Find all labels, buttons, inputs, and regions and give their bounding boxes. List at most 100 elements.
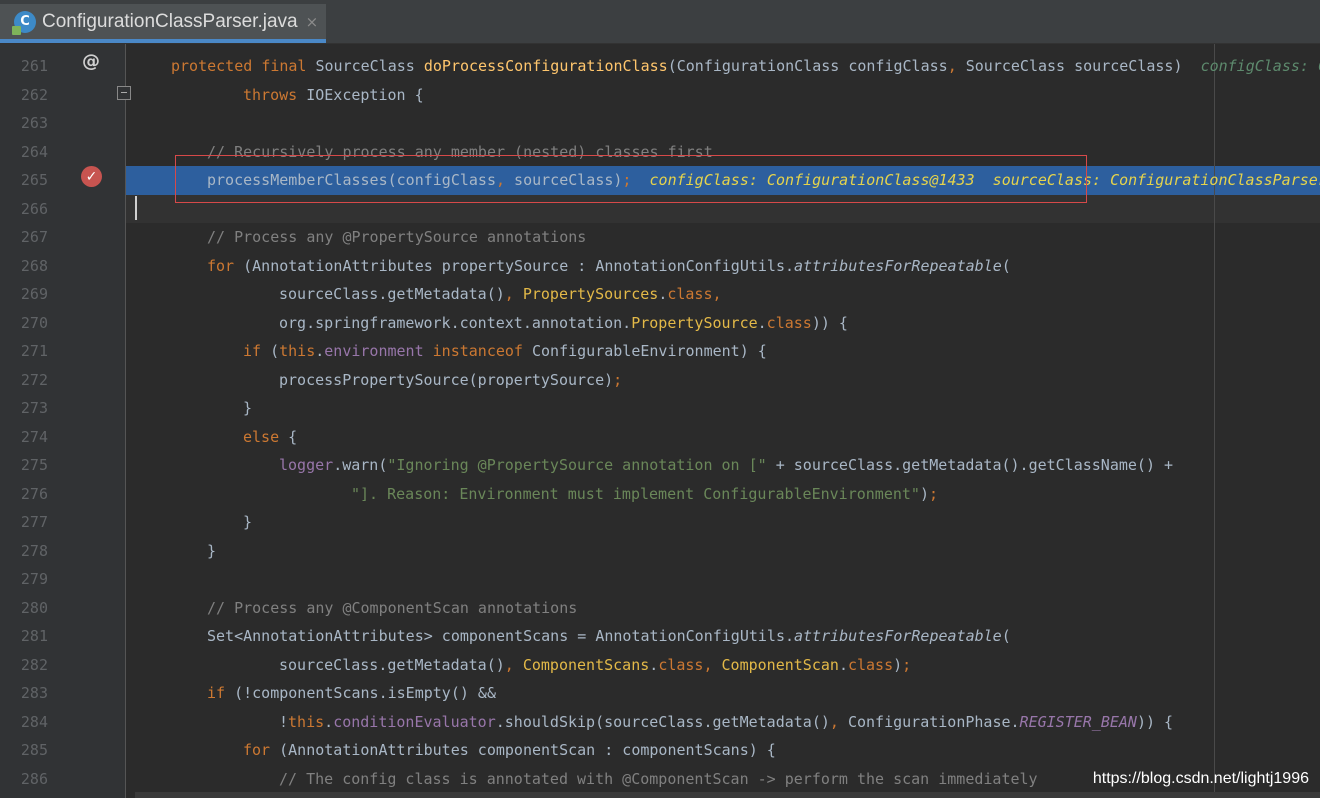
code-line[interactable]: !this.conditionEvaluator.shouldSkip(sour… [279, 708, 1173, 737]
code-line[interactable]: } [207, 537, 216, 566]
line-number: 269 [20, 285, 48, 303]
code-line[interactable]: if (this.environment instanceof Configur… [243, 337, 767, 366]
line-number: 275 [20, 456, 48, 474]
code-line[interactable]: for (AnnotationAttributes propertySource… [207, 252, 1011, 281]
code-token: REGISTER_BEAN [1019, 712, 1137, 731]
code-token: ( [1001, 256, 1011, 275]
code-token: .shouldSkip(sourceClass.getMetadata() [495, 712, 830, 731]
code-line[interactable]: else { [243, 423, 297, 452]
code-token: this [279, 342, 316, 360]
code-token: if [207, 684, 235, 702]
code-token: // Process any @ComponentScan annotation… [207, 598, 578, 617]
override-annotation-icon[interactable]: @ [82, 51, 100, 72]
code-token: )) { [811, 313, 848, 332]
code-token: , [947, 57, 966, 75]
code-token: ConfigurationPhase. [847, 712, 1020, 731]
code-line[interactable]: // Process any @ComponentScan annotation… [207, 594, 577, 623]
line-number: 268 [20, 256, 48, 275]
code-token: instanceof [432, 342, 532, 360]
line-number: 283 [20, 684, 48, 702]
code-token: { [288, 427, 298, 446]
code-line[interactable]: processMemberClasses(configClass, source… [207, 166, 1320, 195]
line-number: 286 [20, 769, 48, 788]
line-number: 271 [20, 342, 48, 360]
code-line[interactable]: processPropertySource(propertySource); [279, 366, 622, 395]
fold-icon[interactable] [117, 86, 131, 100]
line-number: 280 [20, 598, 48, 617]
code-token: . [658, 285, 668, 303]
line-number: 277 [20, 513, 48, 531]
code-token: Set<AnnotationAttributes> componentScans… [207, 627, 794, 645]
code-line[interactable]: for (AnnotationAttributes componentScan … [243, 736, 776, 765]
code-line[interactable]: protected final SourceClass doProcessCon… [171, 52, 1320, 81]
code-token: (AnnotationAttributes componentScan : co… [279, 741, 776, 759]
code-token: sourceClass) [514, 171, 623, 189]
line-number: 281 [20, 627, 48, 645]
code-token: (!componentScans.isEmpty() && [234, 684, 496, 702]
horizontal-scrollbar[interactable] [135, 792, 1320, 798]
code-token: doProcessConfigurationClass [423, 57, 668, 75]
code-line[interactable]: org.springframework.context.annotation.P… [279, 309, 848, 338]
code-token: ) [893, 655, 903, 674]
code-line[interactable]: } [243, 394, 252, 423]
tab-configuration-class-parser[interactable]: C ConfigurationClassParser.java × [0, 4, 326, 43]
code-token: . [324, 712, 334, 731]
tab-label: ConfigurationClassParser.java [42, 10, 298, 32]
code-token: // The config class is annotated with @C… [279, 769, 1038, 788]
code-token: , [504, 285, 523, 303]
code-token: , [829, 712, 848, 731]
code-token: for [207, 256, 244, 275]
line-number: 264 [20, 142, 48, 161]
code-line[interactable]: sourceClass.getMetadata(), PropertySourc… [279, 280, 722, 309]
code-token: , [495, 171, 515, 189]
line-number: 278 [20, 541, 48, 560]
code-line[interactable]: // The config class is annotated with @C… [279, 765, 1038, 794]
code-token: ( [1001, 627, 1011, 645]
code-token: (AnnotationAttributes propertySource : A… [243, 256, 795, 275]
code-token: ! [279, 712, 289, 731]
code-token: final [261, 57, 316, 75]
code-token: // Process any @PropertySource annotatio… [207, 228, 587, 246]
code-token: attributesForRepeatable [794, 627, 1002, 645]
code-line[interactable]: logger.warn("Ignoring @PropertySource an… [279, 451, 1173, 480]
code-token: "]. Reason: Environment must implement C… [351, 484, 920, 503]
line-number: 285 [20, 741, 48, 759]
right-margin-guide [1214, 44, 1215, 798]
line-number: 273 [20, 399, 48, 417]
code-line[interactable]: Set<AnnotationAttributes> componentScans… [207, 622, 1011, 651]
line-number: 272 [20, 370, 48, 389]
code-token: "Ignoring @PropertySource annotation on … [387, 456, 767, 474]
code-token: attributesForRepeatable [794, 256, 1002, 275]
code-token: environment [324, 342, 433, 360]
code-token: , [504, 655, 523, 674]
code-line[interactable]: "]. Reason: Environment must implement C… [351, 480, 938, 509]
code-token: } [243, 513, 253, 531]
code-token: . [838, 655, 848, 674]
code-line[interactable]: sourceClass.getMetadata(), ComponentScan… [279, 651, 911, 680]
code-token: .warn( [333, 456, 388, 474]
code-token: protected [171, 57, 262, 75]
code-token: )) { [1136, 712, 1174, 731]
breakpoint-icon[interactable]: ✓ [81, 166, 102, 187]
code-token: } [207, 541, 217, 560]
code-line[interactable]: if (!componentScans.isEmpty() && [207, 679, 496, 708]
watermark: https://blog.csdn.net/lightj1996 [1092, 770, 1309, 787]
line-number: 279 [20, 570, 48, 588]
code-token: logger [279, 456, 334, 474]
code-token: class, [658, 655, 722, 674]
code-line[interactable]: throws IOException { [243, 81, 424, 110]
code-line[interactable]: // Recursively process any member (neste… [207, 138, 713, 167]
code-token: IOException { [306, 85, 424, 104]
line-number: 263 [20, 114, 48, 132]
line-number: 267 [20, 228, 48, 246]
code-token: ; [902, 655, 912, 674]
code-token: processMemberClasses(configClass [207, 171, 496, 189]
line-number: 276 [20, 484, 48, 503]
line-number: 261 [20, 57, 48, 75]
code-line[interactable]: } [243, 508, 252, 537]
code-token: ComponentScan [721, 655, 839, 674]
close-icon[interactable]: × [306, 13, 319, 31]
code-line[interactable]: // Process any @PropertySource annotatio… [207, 223, 586, 252]
text-caret [135, 196, 137, 220]
